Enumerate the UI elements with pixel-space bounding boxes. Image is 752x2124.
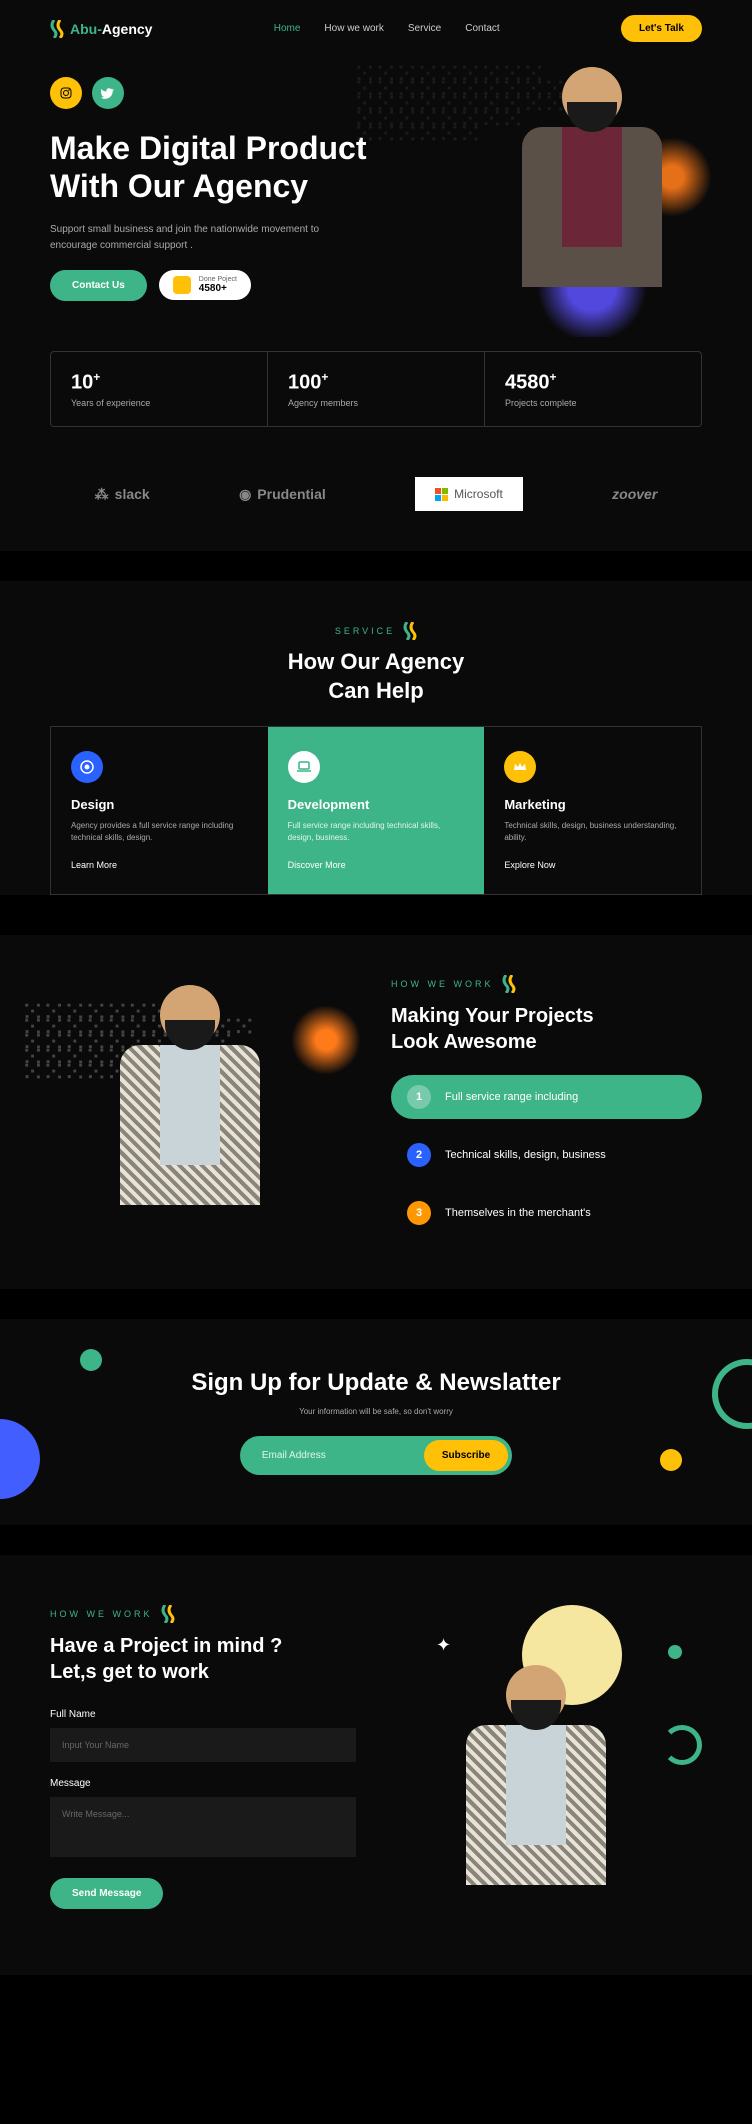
contact-label: HOW WE WORK (50, 1609, 153, 1619)
services-title: How Our AgencyCan Help (0, 648, 752, 705)
slack-logo: ⁂slack (95, 486, 150, 503)
logo-icon (50, 20, 64, 38)
stat-projects: 4580+ Projects complete (485, 352, 701, 427)
logo-icon (403, 622, 417, 640)
badge-number: 4580+ (199, 283, 237, 294)
discover-more-link[interactable]: Discover More (288, 860, 465, 870)
nav-service[interactable]: Service (408, 23, 441, 34)
email-input[interactable] (244, 1440, 424, 1471)
logo[interactable]: Abu-Agency (50, 20, 152, 38)
stats-bar: 10+ Years of experience 100+ Agency memb… (50, 351, 702, 428)
explore-now-link[interactable]: Explore Now (504, 860, 681, 870)
step-1[interactable]: 1 Full service range including (391, 1075, 702, 1119)
hero-subtitle: Support small business and join the nati… (50, 222, 330, 254)
splash-decoration (291, 1005, 361, 1075)
decoration-ring (712, 1359, 752, 1429)
services-section: SERVICE How Our AgencyCan Help Design Ag… (0, 581, 752, 894)
nav-contact[interactable]: Contact (465, 23, 499, 34)
crown-icon (504, 751, 536, 783)
stat-members: 100+ Agency members (268, 352, 485, 427)
person-image (436, 1645, 636, 1905)
service-card-design[interactable]: Design Agency provides a full service ra… (51, 727, 268, 894)
contact-us-button[interactable]: Contact Us (50, 270, 147, 301)
microsoft-icon (435, 488, 448, 501)
decoration-circle (0, 1419, 40, 1499)
decoration-circle (80, 1349, 102, 1371)
hero-person-image (492, 47, 692, 307)
slack-icon: ⁂ (95, 486, 109, 503)
contact-section: HOW WE WORK Have a Project in mind ?Let,… (0, 1555, 752, 1975)
newsletter-form: Subscribe (240, 1436, 512, 1475)
badge-icon (173, 276, 191, 294)
instagram-icon[interactable] (50, 77, 82, 109)
person-image (90, 965, 290, 1225)
newsletter-title: Sign Up for Update & Newslatter (50, 1369, 702, 1397)
service-label: SERVICE (335, 626, 395, 636)
how-label: HOW WE WORK (391, 979, 494, 989)
service-card-development[interactable]: Development Full service range including… (268, 727, 485, 894)
nav: Home How we work Service Contact (274, 23, 500, 34)
hero: ⁙⁙⁙⁙⁙⁙⁙⁙⁙⁙⁙⁙⁙⁙⁙⁙⁙⁙⁙⁙⁙⁙⁙⁙⁙⁙⁙⁙⁙⁙⁙⁙⁙⁙⁙⁙⁙⁙⁙⁙… (0, 57, 752, 301)
newsletter-subtitle: Your information will be safe, so don't … (50, 1407, 702, 1416)
hero-section: Abu-Agency Home How we work Service Cont… (0, 0, 752, 551)
logo-icon (161, 1605, 175, 1623)
logo-icon (502, 975, 516, 993)
how-title: Making Your ProjectsLook Awesome (391, 1003, 702, 1055)
nav-home[interactable]: Home (274, 23, 301, 34)
partner-logos: ⁂slack ◉Prudential Microsoft zoover (0, 457, 752, 551)
message-label: Message (50, 1778, 356, 1789)
twitter-icon[interactable] (92, 77, 124, 109)
services-grid: Design Agency provides a full service ra… (50, 726, 702, 895)
how-we-work-section: ⁙⁙⁙⁙⁙⁙⁙⁙⁙⁙⁙⁙⁙⁙⁙⁙⁙⁙⁙⁙⁙⁙⁙⁙⁙⁙⁙⁙⁙⁙⁙⁙⁙⁙⁙⁙⁙⁙⁙⁙… (0, 935, 752, 1289)
microsoft-logo: Microsoft (415, 477, 523, 511)
service-card-marketing[interactable]: Marketing Technical skills, design, busi… (484, 727, 701, 894)
decoration-circle (668, 1645, 682, 1659)
logo-text-abu: Abu- (70, 21, 102, 37)
subscribe-button[interactable]: Subscribe (424, 1440, 508, 1471)
newsletter-section: Sign Up for Update & Newslatter Your inf… (0, 1319, 752, 1525)
decoration-ring (662, 1725, 702, 1765)
contact-title: Have a Project in mind ?Let,s get to wor… (50, 1633, 356, 1685)
step-2[interactable]: 2 Technical skills, design, business (391, 1133, 702, 1177)
zoover-logo: zoover (612, 486, 657, 502)
message-input[interactable] (50, 1797, 356, 1857)
logo-text-agency: Agency (102, 21, 153, 37)
done-project-badge: Done Poject 4580+ (159, 270, 251, 300)
send-message-button[interactable]: Send Message (50, 1878, 163, 1909)
learn-more-link[interactable]: Learn More (71, 860, 248, 870)
prudential-logo: ◉Prudential (239, 486, 326, 503)
laptop-icon (288, 751, 320, 783)
lets-talk-button[interactable]: Let's Talk (621, 15, 702, 42)
name-label: Full Name (50, 1709, 356, 1720)
decoration-circle (660, 1449, 682, 1471)
step-3[interactable]: 3 Themselves in the merchant's (391, 1191, 702, 1235)
name-input[interactable] (50, 1728, 356, 1762)
badge-label: Done Poject (199, 276, 237, 283)
target-icon (71, 751, 103, 783)
nav-how[interactable]: How we work (324, 23, 383, 34)
stat-experience: 10+ Years of experience (51, 352, 268, 427)
hero-title: Make Digital ProductWith Our Agency (50, 129, 390, 206)
prudential-icon: ◉ (239, 486, 251, 503)
